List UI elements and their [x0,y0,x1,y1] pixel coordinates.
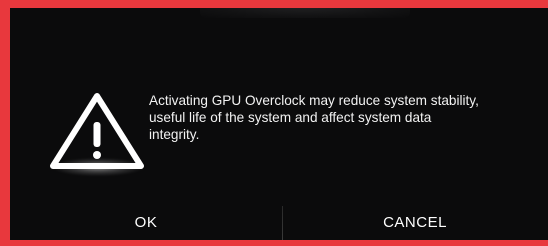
warning-icon [50,93,144,169]
cancel-button[interactable]: CANCEL [282,214,548,240]
warning-dialog: Activating GPU Overclock may reduce syst… [10,8,548,240]
ok-button[interactable]: OK [10,214,282,240]
warning-message: Activating GPU Overclock may reduce syst… [149,93,479,142]
background-title-blur [200,8,410,18]
